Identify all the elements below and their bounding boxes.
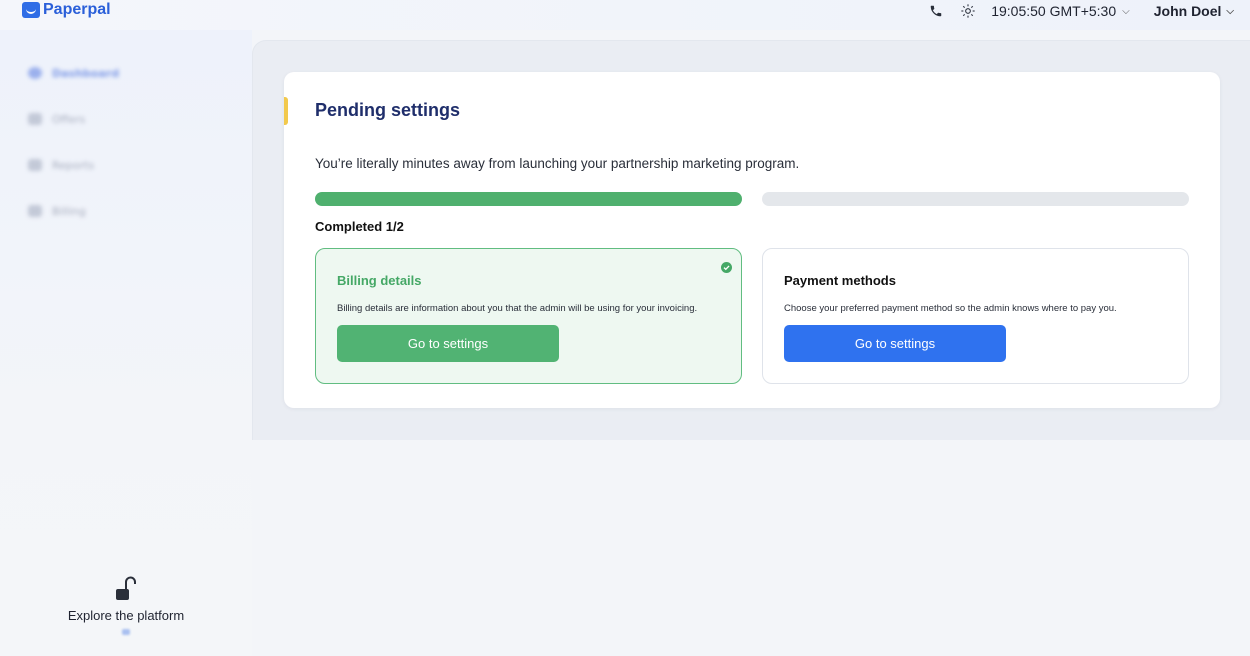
sidebar: Dashboard Offers Reports Billing Explore…: [0, 30, 252, 656]
payment-methods-title: Payment methods: [784, 273, 896, 288]
unlock-icon: [113, 576, 139, 604]
paperpal-logo[interactable]: Paperpal: [22, 0, 111, 20]
explore-platform-label: Explore the platform: [67, 608, 185, 623]
accent-bar: [284, 97, 288, 125]
reports-icon: [28, 159, 42, 171]
page-title: Pending settings: [315, 100, 461, 120]
sidebar-item-label: Billing: [52, 204, 86, 218]
sidebar-item-dashboard[interactable]: Dashboard: [28, 50, 119, 96]
pending-description: You’re literally minutes away from launc…: [315, 156, 800, 171]
sidebar-item-label: Offers: [52, 112, 86, 126]
progress-bar: [315, 192, 1189, 206]
billing-details-card: Billing details Billing details are info…: [315, 248, 742, 384]
dashboard-icon: [28, 67, 42, 79]
chevron-down-icon: [122, 629, 130, 635]
time-display: 19:05:50 GMT+5:30: [991, 3, 1117, 19]
chevron-down-icon: ⌵: [1226, 5, 1234, 17]
offers-icon: [28, 113, 42, 125]
billing-go-to-settings-button[interactable]: Go to settings: [337, 325, 559, 362]
timezone-selector[interactable]: 19:05:50 GMT+5:30 ⌵: [991, 3, 1130, 19]
sidebar-item-reports[interactable]: Reports: [28, 142, 119, 188]
billing-details-title: Billing details: [337, 273, 422, 288]
progress-segment-complete: [315, 192, 742, 206]
sidebar-nav: Dashboard Offers Reports Billing: [28, 50, 119, 234]
phone-icon[interactable]: [927, 2, 945, 20]
sidebar-item-label: Reports: [52, 158, 95, 172]
sun-icon[interactable]: [959, 2, 977, 20]
sidebar-item-label: Dashboard: [52, 66, 120, 80]
check-circle-icon: [721, 258, 732, 273]
billing-details-description: Billing details are information about yo…: [337, 303, 698, 314]
chevron-down-icon: ⌵: [1122, 5, 1130, 17]
payment-methods-description: Choose your preferred payment method so …: [784, 303, 1117, 314]
sidebar-item-billing[interactable]: Billing: [28, 188, 119, 234]
user-name: John Doel: [1153, 3, 1222, 19]
completed-count: Completed 1/2: [315, 219, 404, 234]
billing-icon: [28, 205, 42, 217]
sidebar-item-offers[interactable]: Offers: [28, 96, 119, 142]
brand-name: Paperpal: [43, 1, 111, 18]
user-menu[interactable]: John Doel ⌵: [1154, 3, 1234, 19]
explore-platform[interactable]: Explore the platform: [0, 576, 252, 635]
top-bar-actions: 19:05:50 GMT+5:30 ⌵ John Doel ⌵: [927, 2, 1234, 20]
pending-settings-card: Pending settings You’re literally minute…: [284, 72, 1220, 408]
payment-go-to-settings-button[interactable]: Go to settings: [784, 325, 1006, 362]
progress-segment-incomplete: [762, 192, 1189, 206]
top-bar: Paperpal 19:05:50 GMT+5:30 ⌵ John Doel ⌵: [0, 0, 1250, 30]
paperpal-logo-icon: [22, 2, 40, 18]
payment-methods-card: Payment methods Choose your preferred pa…: [762, 248, 1189, 384]
